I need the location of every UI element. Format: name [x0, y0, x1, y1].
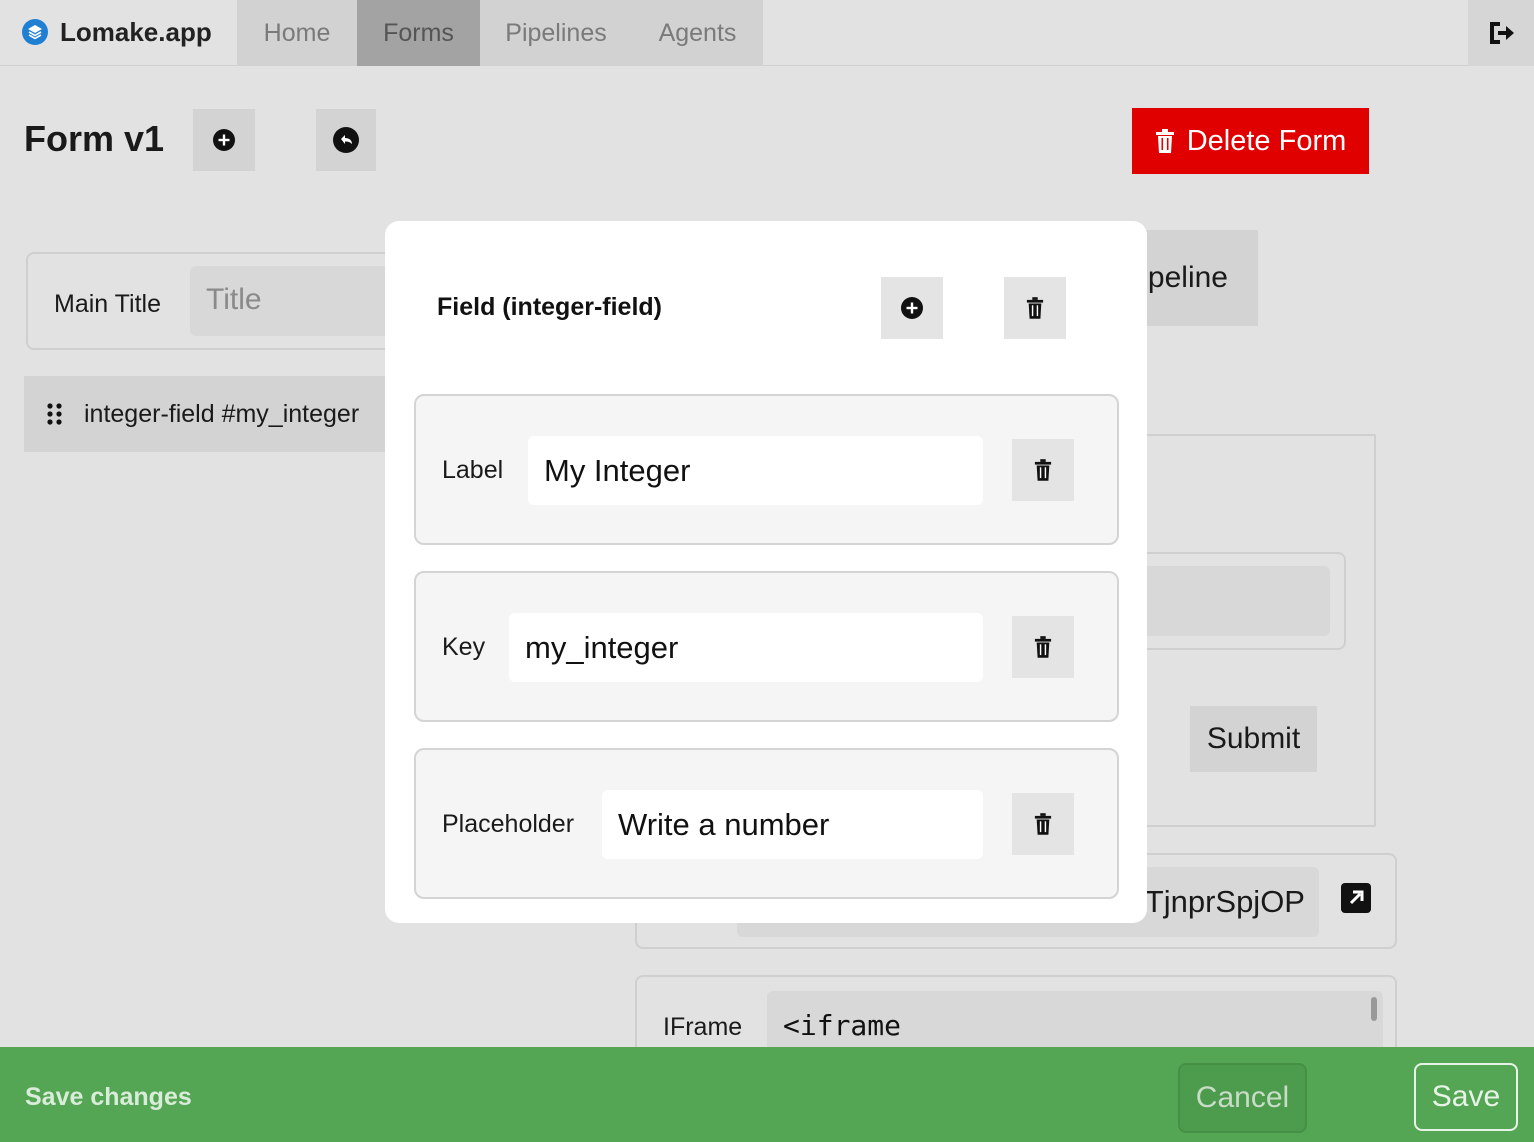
trash-icon [1034, 459, 1052, 481]
field-list-item-label: integer-field #my_integer [84, 399, 360, 428]
cancel-button[interactable]: Cancel [1178, 1063, 1307, 1133]
field-list-item[interactable]: integer-field #my_integer [24, 376, 386, 452]
cancel-label: Cancel [1195, 1081, 1290, 1114]
iframe-code: <iframe [783, 1009, 902, 1042]
nav-tab-agents[interactable]: Agents [632, 0, 763, 66]
trash-icon [1034, 636, 1052, 658]
delete-property-button[interactable] [1012, 793, 1074, 855]
key-input-value: my_integer [525, 629, 679, 665]
property-name: Placeholder [442, 810, 575, 838]
label-input[interactable]: My Integer [528, 436, 983, 505]
key-input[interactable]: my_integer [509, 613, 983, 682]
title-placeholder: Title [206, 283, 262, 316]
delete-form-label: Delete Form [1186, 124, 1347, 157]
property-card-label: Label My Integer [414, 394, 1119, 545]
save-changes-bar: Save changes Cancel Save [0, 1047, 1534, 1142]
add-field-button[interactable] [193, 109, 255, 171]
undo-icon [333, 127, 359, 153]
textarea-scrollbar[interactable] [1371, 997, 1377, 1021]
iframe-label: IFrame [663, 1013, 743, 1041]
link-value: TjnprSpjOP [1144, 884, 1305, 919]
nav-tab-label: Home [263, 18, 331, 47]
trash-icon [1026, 297, 1044, 319]
logout-icon [1490, 22, 1514, 44]
save-changes-message: Save changes [25, 1083, 192, 1111]
field-edit-modal: Field (integer-field) Label My Integer K… [385, 221, 1147, 923]
nav-tab-home[interactable]: Home [237, 0, 357, 66]
drag-handle-icon [47, 403, 62, 425]
main-title-label: Main Title [54, 290, 161, 318]
label-input-value: My Integer [544, 452, 691, 488]
brand[interactable]: Lomake.app [22, 14, 212, 50]
page-title: Form v1 [24, 118, 165, 159]
layers-icon [22, 19, 48, 45]
delete-property-button[interactable] [1012, 616, 1074, 678]
logout-button[interactable] [1468, 0, 1534, 66]
nav-tab-pipelines[interactable]: Pipelines [480, 0, 632, 66]
nav-tab-label: Agents [658, 18, 737, 47]
trash-icon [1155, 129, 1174, 153]
nav-tab-label: Forms [383, 18, 454, 47]
modal-title: Field (integer-field) [437, 293, 662, 321]
pipeline-button-label: peline [1147, 261, 1228, 294]
main-title-panel: Main Title Title [26, 252, 406, 350]
open-link-button[interactable] [1341, 883, 1371, 918]
main-title-input[interactable]: Title [190, 266, 400, 336]
nav-tab-label: Pipelines [505, 18, 607, 47]
external-link-icon [1341, 883, 1371, 913]
nav-tab-forms[interactable]: Forms [357, 0, 480, 66]
property-name: Label [442, 456, 504, 484]
placeholder-input-value: Write a number [618, 806, 830, 842]
property-card-key: Key my_integer [414, 571, 1119, 722]
delete-property-button[interactable] [1012, 439, 1074, 501]
plus-circle-icon [213, 129, 235, 151]
save-label: Save [1431, 1080, 1501, 1113]
property-name: Key [442, 633, 486, 661]
trash-icon [1034, 813, 1052, 835]
placeholder-input[interactable]: Write a number [602, 790, 983, 859]
save-button[interactable]: Save [1414, 1063, 1518, 1131]
delete-form-button[interactable]: Delete Form [1132, 108, 1369, 174]
plus-circle-icon [901, 297, 923, 319]
top-navigation: Lomake.app Home Forms Pipelines Agents [0, 0, 1534, 66]
app-name: Lomake.app [60, 16, 212, 47]
property-card-placeholder: Placeholder Write a number [414, 748, 1119, 899]
undo-button[interactable] [316, 109, 376, 171]
add-property-button[interactable] [881, 277, 943, 339]
submit-label: Submit [1206, 722, 1301, 755]
delete-field-button[interactable] [1004, 277, 1066, 339]
submit-button[interactable]: Submit [1190, 706, 1317, 772]
